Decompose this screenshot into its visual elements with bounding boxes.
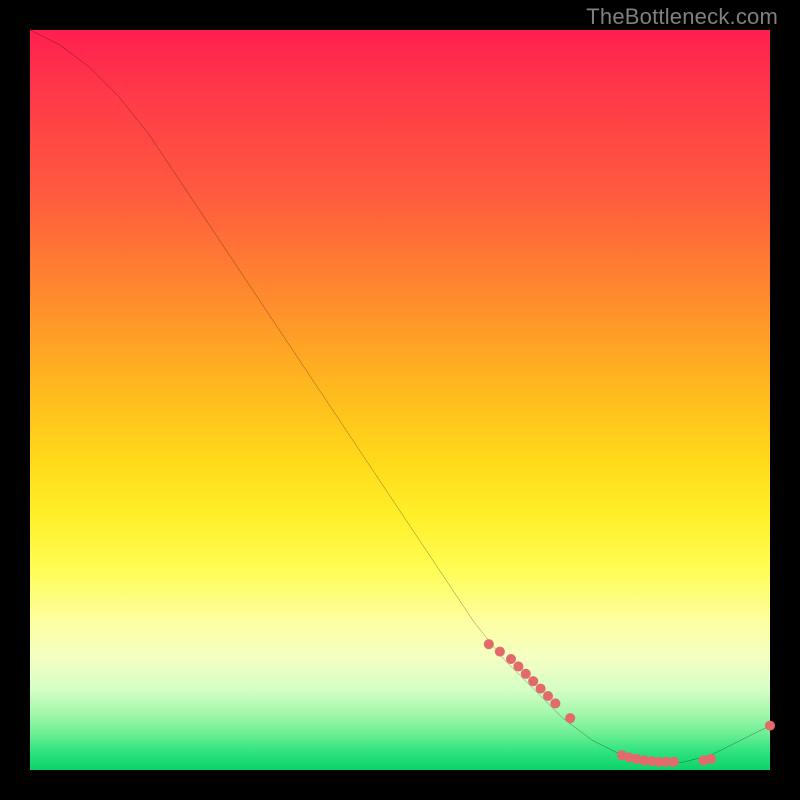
data-point [513, 661, 523, 671]
data-point [669, 757, 679, 767]
bottleneck-curve [30, 30, 770, 763]
data-point [550, 698, 560, 708]
plot-area [30, 30, 770, 770]
data-point [565, 713, 575, 723]
chart-overlay-svg [30, 30, 770, 770]
data-point [706, 754, 716, 764]
data-point [495, 647, 505, 657]
data-point [521, 669, 531, 679]
data-point [765, 721, 775, 731]
data-points-group [484, 639, 775, 767]
data-point [484, 639, 494, 649]
chart-stage: TheBottleneck.com [0, 0, 800, 800]
data-point [506, 654, 516, 664]
data-point [536, 684, 546, 694]
data-point [528, 676, 538, 686]
data-point [543, 691, 553, 701]
watermark-text: TheBottleneck.com [586, 4, 778, 30]
